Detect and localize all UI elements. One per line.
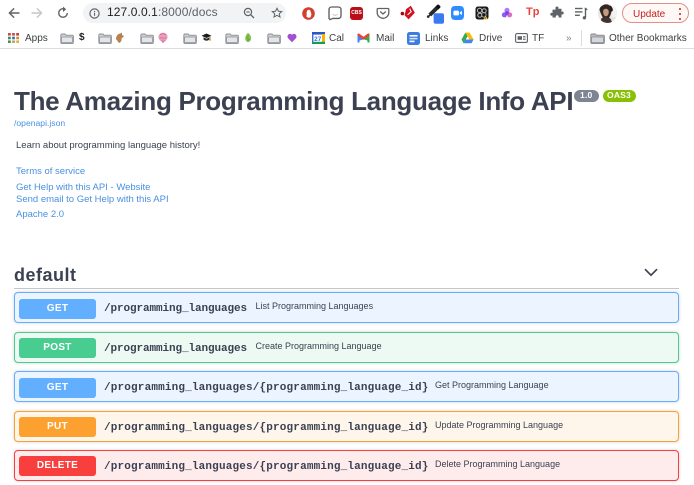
svg-text:27: 27 [314, 36, 322, 43]
